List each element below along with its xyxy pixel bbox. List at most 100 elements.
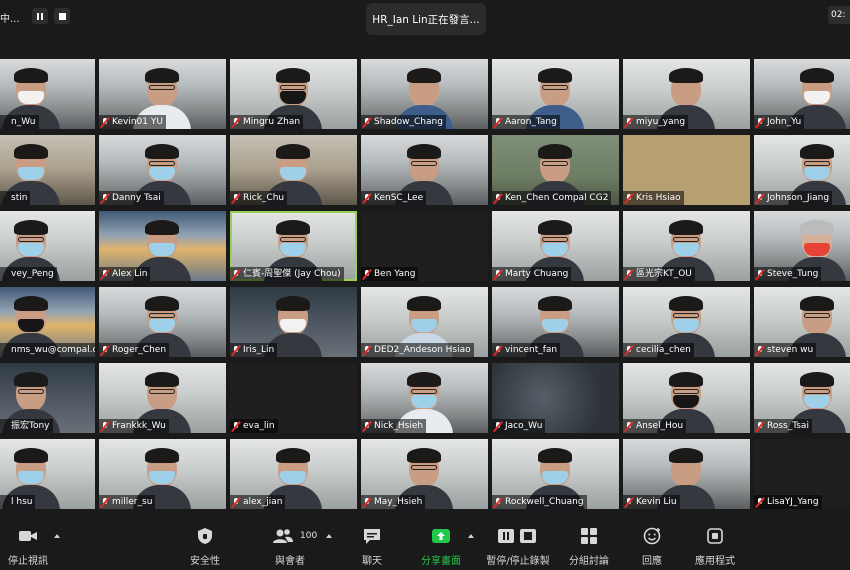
video-tile[interactable]: Nick_Hsieh [361, 363, 488, 433]
video-tile[interactable]: Ross_Tsai [754, 363, 850, 433]
muted-mic-icon [493, 344, 503, 356]
video-tile[interactable]: Danny Tsai [99, 135, 226, 205]
name-label: Roger_Chen [99, 343, 170, 357]
muted-mic-icon [755, 344, 765, 356]
stop-icon [58, 12, 66, 20]
name-label: vey_Peng [0, 267, 57, 281]
share-screen-button[interactable]: 分享畫面 [414, 518, 468, 570]
video-tile[interactable]: Mingru Zhan [230, 59, 357, 129]
name-label: Kevin01 YU [99, 115, 166, 129]
muted-mic-icon [755, 268, 765, 280]
participants-options-chevron-icon[interactable] [326, 534, 332, 538]
name-label: l hsu [0, 495, 36, 509]
video-tile[interactable]: vey_Peng [0, 211, 95, 281]
video-tile[interactable]: nms_wu@compal.c... [0, 287, 95, 357]
name-label: Alex Lin [99, 267, 151, 281]
security-button[interactable]: 安全性 [180, 518, 230, 570]
name-label: Kevin Liu [623, 495, 680, 509]
video-tile[interactable]: May_Hsieh [361, 439, 488, 509]
video-tile[interactable]: Iris_Lin [230, 287, 357, 357]
video-tile[interactable]: Frankkk_Wu [99, 363, 226, 433]
video-tile[interactable]: Johnson_Jiang [754, 135, 850, 205]
video-tile[interactable]: Jaco_Wu [492, 363, 619, 433]
pause-stop-recording-icon [498, 529, 536, 543]
video-tile[interactable]: miller_su [99, 439, 226, 509]
video-tile[interactable]: Rick_Chu [230, 135, 357, 205]
video-tile[interactable]: eva_lin [230, 363, 357, 433]
muted-mic-icon [624, 268, 634, 280]
video-tile[interactable]: John_Yu [754, 59, 850, 129]
share-screen-icon [432, 529, 450, 543]
name-label: Ken_Chen Compal CG2 [492, 191, 612, 205]
video-tile[interactable]: 區光宗KT_OU [623, 211, 750, 281]
name-label: Iris_Lin [230, 343, 278, 357]
video-tile[interactable]: Ansel_Hou [623, 363, 750, 433]
video-tile[interactable]: LisaYJ_Yang [754, 439, 850, 509]
meeting-timer: 02: [828, 6, 850, 24]
video-tile[interactable]: Marty Chuang [492, 211, 619, 281]
video-tile[interactable]: Rockwell_Chuang [492, 439, 619, 509]
video-tile[interactable]: Alex Lin [99, 211, 226, 281]
muted-mic-icon [231, 268, 241, 280]
name-label: nms_wu@compal.c... [0, 343, 95, 357]
muted-mic-icon [231, 420, 241, 432]
name-label: 振宏Tony [0, 419, 53, 433]
video-tile[interactable]: Roger_Chen [99, 287, 226, 357]
name-label: May_Hsieh [361, 495, 426, 509]
video-tile[interactable]: Steve_Tung [754, 211, 850, 281]
name-label: miller_su [99, 495, 156, 509]
participants-button[interactable]: 與會者 [262, 518, 318, 570]
pause-recording-button[interactable] [32, 8, 48, 24]
name-label: Steve_Tung [754, 267, 822, 281]
video-tile[interactable]: Aaron_Tang [492, 59, 619, 129]
apps-button[interactable]: 應用程式 [690, 518, 740, 570]
video-tile[interactable]: KenSC_Lee [361, 135, 488, 205]
video-tile[interactable]: cecilia_chen [623, 287, 750, 357]
muted-mic-icon [493, 496, 503, 508]
video-options-chevron-icon[interactable] [54, 534, 60, 538]
muted-mic-icon [493, 420, 503, 432]
video-tile[interactable]: vincent_fan [492, 287, 619, 357]
participant-count: 100 [300, 531, 318, 541]
stop-video-button[interactable]: 停止視訊 [0, 518, 56, 570]
video-tile[interactable]: DED2_Andeson Hsiao [361, 287, 488, 357]
video-tile[interactable]: Kevin Liu [623, 439, 750, 509]
video-tile[interactable]: Shadow_Chang [361, 59, 488, 129]
muted-mic-icon [362, 116, 372, 128]
muted-mic-icon [362, 344, 372, 356]
video-tile[interactable]: Ken_Chen Compal CG2 [492, 135, 619, 205]
video-tile[interactable]: stin [0, 135, 95, 205]
video-tile[interactable]: Kevin01 YU [99, 59, 226, 129]
video-tile[interactable]: alex_jian [230, 439, 357, 509]
share-options-chevron-icon[interactable] [468, 534, 474, 538]
breakout-rooms-button[interactable]: 分組討論 [564, 518, 614, 570]
video-tile[interactable]: miyu_yang [623, 59, 750, 129]
muted-mic-icon [231, 192, 241, 204]
video-tile[interactable]: n_Wu [0, 59, 95, 129]
pause-stop-recording-button[interactable]: 暫停/停止錄製 [482, 518, 554, 570]
name-label: 區光宗KT_OU [623, 267, 695, 281]
video-tile[interactable]: steven wu [754, 287, 850, 357]
muted-mic-icon [362, 420, 372, 432]
name-label: KenSC_Lee [361, 191, 427, 205]
recording-status: 中... [0, 14, 20, 25]
video-tile[interactable]: l hsu [0, 439, 95, 509]
muted-mic-icon [362, 192, 372, 204]
video-tile[interactable]: Kris Hsiao [623, 135, 750, 205]
video-tile[interactable]: Ben Yang [361, 211, 488, 281]
muted-mic-icon [100, 192, 110, 204]
chat-button[interactable]: 聊天 [350, 518, 394, 570]
video-tile[interactable]: 振宏Tony [0, 363, 95, 433]
reactions-button[interactable]: 回應 [632, 518, 672, 570]
stop-recording-button[interactable] [54, 8, 70, 24]
muted-mic-icon [624, 192, 634, 204]
active-speaker-indicator: HR_Ian Lin正在發言... [366, 3, 486, 35]
name-label: steven wu [754, 343, 817, 357]
apps-icon [707, 528, 723, 544]
video-tile[interactable]: 仁賓-周聖傑 (Jay Chou) [230, 211, 357, 281]
name-label: Mingru Zhan [230, 115, 304, 129]
name-label: Ansel_Hou [623, 419, 687, 433]
name-label: n_Wu [0, 115, 39, 129]
breakout-rooms-icon [581, 528, 597, 544]
name-label: cecilia_chen [623, 343, 694, 357]
